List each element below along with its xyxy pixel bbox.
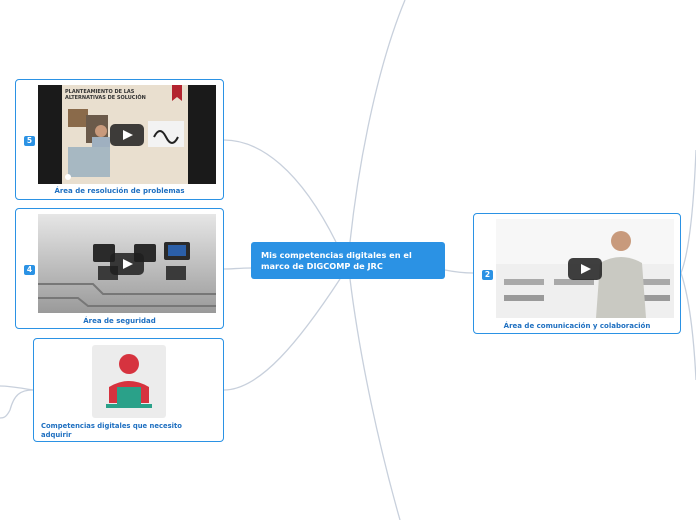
- video-thumbnail[interactable]: [496, 219, 674, 318]
- person-at-computer-icon: [92, 345, 166, 418]
- play-icon[interactable]: [110, 252, 144, 275]
- node-caption: Área de comunicación y colaboración: [503, 322, 651, 330]
- connector-node-goals: [223, 278, 341, 391]
- connector-left-out: [0, 389, 34, 419]
- node-number-badge: 2: [482, 270, 493, 280]
- video-title-overlay: PLANTEAMIENTO DE LAS ALTERNATIVAS DE SOL…: [65, 89, 146, 101]
- connector-node-5: [223, 139, 337, 243]
- node-communication-collaboration[interactable]: 2 Área de comunicación y colaboración: [473, 213, 681, 334]
- node-competencies-to-acquire[interactable]: Competencias digitales que necesito adqu…: [33, 338, 224, 442]
- connector-right-a: [680, 149, 696, 274]
- node-problem-solving[interactable]: 5 PLANTEAMIENTO DE LAS ALTERNATIVAS DE S…: [15, 79, 224, 200]
- node-security[interactable]: 4 Área de seguridad: [15, 208, 224, 329]
- node-caption: Área de seguridad: [83, 317, 156, 325]
- video-thumbnail[interactable]: PLANTEAMIENTO DE LAS ALTERNATIVAS DE SOL…: [38, 85, 216, 184]
- central-topic[interactable]: Mis competencias digitales en el marco d…: [251, 242, 445, 279]
- play-icon[interactable]: [110, 123, 144, 146]
- node-caption: Área de resolución de problemas: [54, 187, 185, 195]
- connector-bottom: [349, 278, 401, 520]
- central-topic-label: Mis competencias digitales en el marco d…: [261, 250, 412, 271]
- connector-left-out-2: [0, 385, 34, 391]
- connector-right-b: [680, 272, 696, 381]
- node-caption: Competencias digitales que necesito adqu…: [41, 422, 182, 439]
- node-number-badge: 5: [24, 136, 35, 146]
- connector-node-4: [223, 267, 252, 270]
- node-number-badge: 4: [24, 265, 35, 275]
- video-thumbnail[interactable]: [38, 214, 216, 313]
- play-icon[interactable]: [568, 257, 602, 280]
- connector-top: [349, 0, 406, 243]
- connector-node-2: [444, 269, 474, 274]
